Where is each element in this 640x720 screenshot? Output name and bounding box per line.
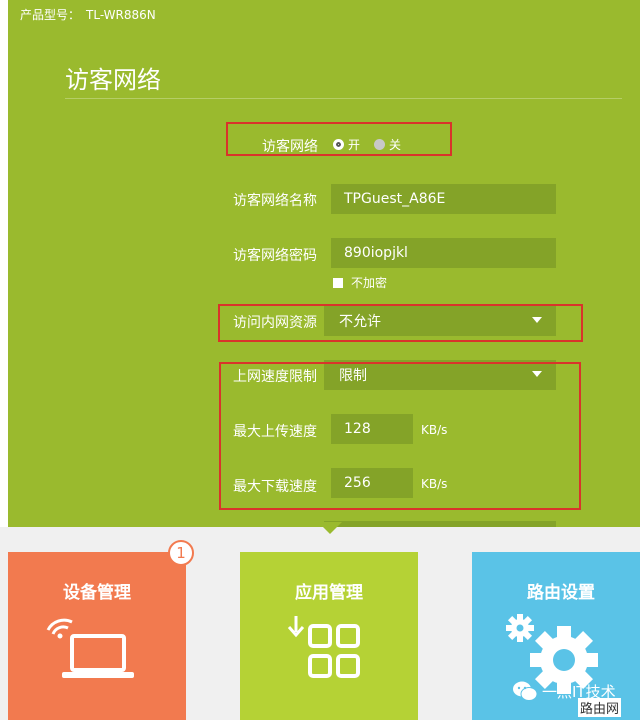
- watermark-site: 路由网: [578, 698, 622, 717]
- active-pointer: [318, 522, 342, 534]
- no-encryption-row: 不加密: [333, 274, 387, 291]
- product-model: 产品型号： TL-WR886N: [20, 6, 156, 23]
- highlight-intranet-access: [218, 304, 583, 342]
- app-grid-icon: [287, 616, 360, 678]
- network-password-label: 访客网络密码: [233, 248, 317, 264]
- tile-device-management[interactable]: 设备管理: [8, 552, 186, 720]
- tile-router-settings-label: 路由设置: [527, 583, 595, 603]
- product-model-label: 产品型号：: [20, 8, 81, 22]
- highlight-speed-limit: [219, 362, 581, 510]
- highlight-guest-network: [226, 122, 452, 156]
- network-password-input[interactable]: 890iopjkl: [331, 238, 556, 268]
- laptop-wifi-icon: [46, 618, 134, 678]
- tile-app-management-label: 应用管理: [295, 583, 363, 603]
- page-title: 访客网络: [65, 66, 161, 94]
- network-name-input[interactable]: TPGuest_A86E: [331, 184, 556, 214]
- product-model-value: TL-WR886N: [86, 8, 156, 22]
- no-encryption-label[interactable]: 不加密: [351, 274, 387, 291]
- device-notification-badge: 1: [168, 540, 194, 566]
- tile-app-management[interactable]: 应用管理: [240, 552, 418, 720]
- wechat-icon: [513, 681, 538, 701]
- network-name-label: 访客网络名称: [233, 193, 317, 209]
- no-encryption-checkbox[interactable]: [333, 277, 343, 288]
- tile-device-management-label: 设备管理: [63, 583, 131, 603]
- title-divider: [65, 98, 622, 99]
